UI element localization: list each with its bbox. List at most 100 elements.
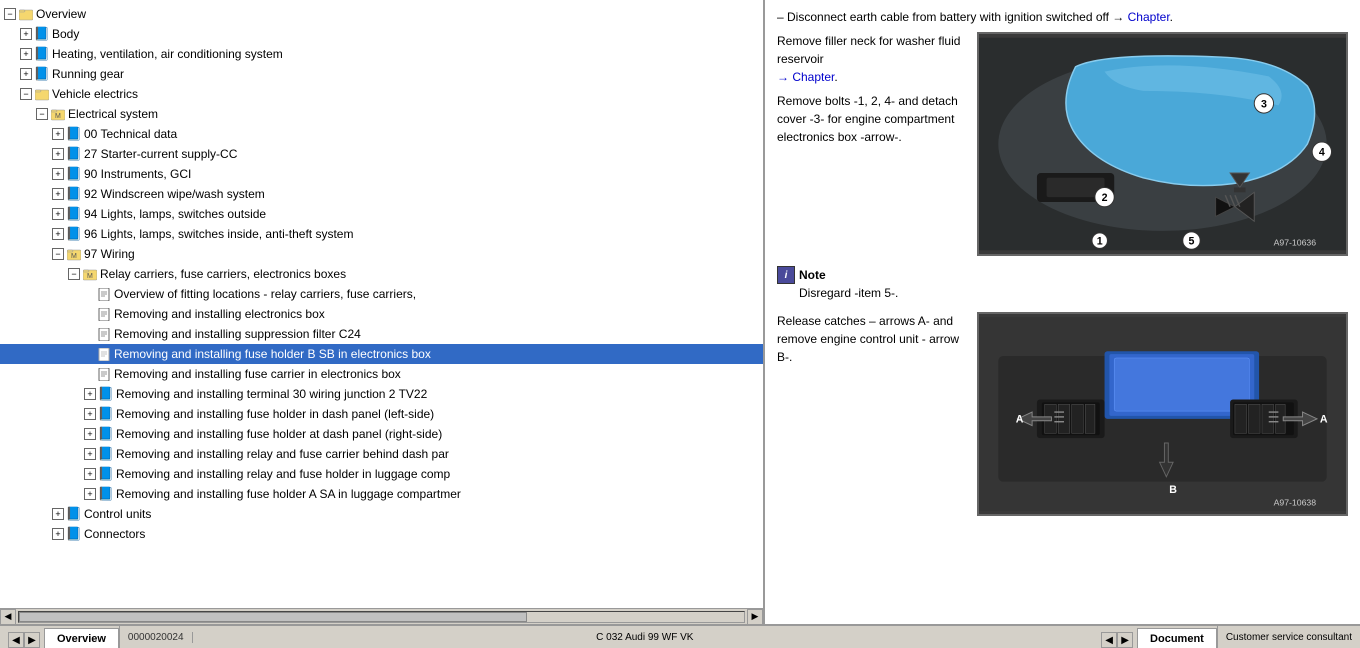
tree-item-rem-fuse-carrier[interactable]: Removing and installing fuse carrier in … xyxy=(0,364,763,384)
note-text: Disregard -item 5-. xyxy=(799,286,898,300)
tree-item-92[interactable]: + 📘 92 Windscreen wipe/wash system xyxy=(0,184,763,204)
svg-text:4: 4 xyxy=(1319,147,1325,159)
scroll-right-btn[interactable]: ▶ xyxy=(747,609,763,625)
expand-icon-90[interactable]: + xyxy=(52,168,64,180)
tree-item-rem-fuse-sa[interactable]: + 📘 Removing and installing fuse holder … xyxy=(0,484,763,504)
nav-left-arrow[interactable]: ◀ xyxy=(8,632,24,648)
expand-icon-es[interactable]: − xyxy=(36,108,48,120)
tree-item-96[interactable]: + 📘 96 Lights, lamps, switches inside, a… xyxy=(0,224,763,244)
main-container: − Overview + 📘 Body + 📘 Heating, ventila… xyxy=(0,0,1360,624)
remove-filler-text: Remove filler neck for washer fluid rese… xyxy=(777,32,967,68)
nav-right-arrow[interactable]: ▶ xyxy=(24,632,40,648)
right-panel: – Disconnect earth cable from battery wi… xyxy=(765,0,1360,624)
tree-label-body: Body xyxy=(52,25,79,43)
right-tabs-area: ◀ ▶ Document Customer service consultant xyxy=(1097,626,1360,648)
book-icon-27: 📘 xyxy=(66,146,82,162)
horizontal-scrollbar[interactable]: ◀ ▶ xyxy=(0,608,763,624)
tree-item-hvac[interactable]: + 📘 Heating, ventilation, air conditioni… xyxy=(0,44,763,64)
expand-icon-27[interactable]: + xyxy=(52,148,64,160)
book-icon-terminal: 📘 xyxy=(98,386,114,402)
expand-icon-relay-lug[interactable]: + xyxy=(84,468,96,480)
expand-icon-terminal[interactable]: + xyxy=(84,388,96,400)
tree-label-ve: Vehicle electrics xyxy=(52,85,138,103)
folder-icon-overview xyxy=(18,6,34,22)
tree-item-00[interactable]: + 📘 00 Technical data xyxy=(0,124,763,144)
expand-icon-control[interactable]: + xyxy=(52,508,64,520)
book-icon-fuse-sa: 📘 xyxy=(98,486,114,502)
tree-item-rem-fuse-sb[interactable]: Removing and installing fuse holder B SB… xyxy=(0,344,763,364)
tree-label-90: 90 Instruments, GCI xyxy=(84,165,191,183)
section2-container: Release catches – arrows A- and remove e… xyxy=(777,312,1348,516)
tree-item-rem-supp[interactable]: Removing and installing suppression filt… xyxy=(0,324,763,344)
book-icon-connectors: 📘 xyxy=(66,526,82,542)
intro-line: – Disconnect earth cable from battery wi… xyxy=(777,8,1348,26)
tree-item-rem-relay-dash[interactable]: + 📘 Removing and installing relay and fu… xyxy=(0,444,763,464)
expand-icon-connectors[interactable]: + xyxy=(52,528,64,540)
expand-icon-running[interactable]: + xyxy=(20,68,32,80)
tree-item-elec-system[interactable]: − M Electrical system xyxy=(0,104,763,124)
expand-icon-00[interactable]: + xyxy=(52,128,64,140)
consultant-btn[interactable]: Customer service consultant xyxy=(1217,626,1360,648)
tree-item-connectors[interactable]: + 📘 Connectors xyxy=(0,524,763,544)
expand-icon-97[interactable]: − xyxy=(52,248,64,260)
expand-icon-92[interactable]: + xyxy=(52,188,64,200)
tree-label-27: 27 Starter-current supply-CC xyxy=(84,145,237,163)
nav-left-arrow-2[interactable]: ◀ xyxy=(1101,632,1117,648)
tree-item-overview[interactable]: − Overview xyxy=(0,4,763,24)
expand-icon-94[interactable]: + xyxy=(52,208,64,220)
tab-overview[interactable]: Overview xyxy=(44,628,119,648)
page-icon-rem-fuse-carrier xyxy=(96,366,112,382)
svg-text:M: M xyxy=(71,253,77,260)
tree-item-overview-fitting[interactable]: Overview of fitting locations - relay ca… xyxy=(0,284,763,304)
expand-icon-ve[interactable]: − xyxy=(20,88,32,100)
scroll-arrows-right: ◀ ▶ xyxy=(1097,632,1137,648)
expand-icon-fuse-sa[interactable]: + xyxy=(84,488,96,500)
tree-item-control[interactable]: + 📘 Control units xyxy=(0,504,763,524)
expand-icon-96[interactable]: + xyxy=(52,228,64,240)
tree-label-running: Running gear xyxy=(52,65,124,83)
scroll-arrows-left: ◀ ▶ xyxy=(4,632,44,648)
chapter-link-1[interactable]: Chapter xyxy=(1128,10,1170,24)
expand-icon-relay[interactable]: − xyxy=(68,268,80,280)
tree-item-relay[interactable]: − M Relay carriers, fuse carriers, elect… xyxy=(0,264,763,284)
tree-item-90[interactable]: + 📘 90 Instruments, GCI xyxy=(0,164,763,184)
svg-text:3: 3 xyxy=(1261,98,1267,110)
expand-icon-fuse-right[interactable]: + xyxy=(84,428,96,440)
consultant-text: Customer service consultant xyxy=(1226,632,1352,643)
tree-item-rem-fuse-right[interactable]: + 📘 Removing and installing fuse holder … xyxy=(0,424,763,444)
page-icon-overview xyxy=(96,286,112,302)
folder-icon-relay: M xyxy=(82,266,98,282)
tree-label-hvac: Heating, ventilation, air conditioning s… xyxy=(52,45,283,63)
tree-item-94[interactable]: + 📘 94 Lights, lamps, switches outside xyxy=(0,204,763,224)
tree-label-relay-dash: Removing and installing relay and fuse c… xyxy=(116,445,449,463)
tab-document[interactable]: Document xyxy=(1137,628,1217,648)
scroll-left-btn[interactable]: ◀ xyxy=(0,609,16,625)
section1-text: Remove filler neck for washer fluid rese… xyxy=(777,32,967,256)
tree-item-97[interactable]: − M 97 Wiring xyxy=(0,244,763,264)
tree-label-fuse-right: Removing and installing fuse holder at d… xyxy=(116,425,442,443)
tree-item-rem-terminal[interactable]: + 📘 Removing and installing terminal 30 … xyxy=(0,384,763,404)
tree-item-27[interactable]: + 📘 27 Starter-current supply-CC xyxy=(0,144,763,164)
section1-container: Remove filler neck for washer fluid rese… xyxy=(777,32,1348,256)
expand-icon-body[interactable]: + xyxy=(20,28,32,40)
nav-right-arrow-2[interactable]: ▶ xyxy=(1117,632,1133,648)
expand-icon-overview[interactable]: − xyxy=(4,8,16,20)
book-icon-90: 📘 xyxy=(66,166,82,182)
chapter-link-2[interactable]: → Chapter xyxy=(777,70,834,84)
expand-icon-relay-dash[interactable]: + xyxy=(84,448,96,460)
svg-text:1: 1 xyxy=(1097,235,1103,247)
tree-item-vehicle-electrics[interactable]: − Vehicle electrics xyxy=(0,84,763,104)
book-icon-00: 📘 xyxy=(66,126,82,142)
tree-item-rem-relay-lug[interactable]: + 📘 Removing and installing relay and fu… xyxy=(0,464,763,484)
period-1: . xyxy=(1170,10,1173,24)
expand-icon-hvac[interactable]: + xyxy=(20,48,32,60)
tree-item-rem-fuse-left[interactable]: + 📘 Removing and installing fuse holder … xyxy=(0,404,763,424)
tree-item-body[interactable]: + 📘 Body xyxy=(0,24,763,44)
tree-item-running[interactable]: + 📘 Running gear xyxy=(0,64,763,84)
svg-text:M: M xyxy=(87,273,93,280)
tree-area[interactable]: − Overview + 📘 Body + 📘 Heating, ventila… xyxy=(0,0,763,608)
expand-icon-fuse-left[interactable]: + xyxy=(84,408,96,420)
svg-text:5: 5 xyxy=(1189,235,1195,247)
tree-label-relay: Relay carriers, fuse carriers, electroni… xyxy=(100,265,346,283)
tree-item-rem-elec[interactable]: Removing and installing electronics box xyxy=(0,304,763,324)
